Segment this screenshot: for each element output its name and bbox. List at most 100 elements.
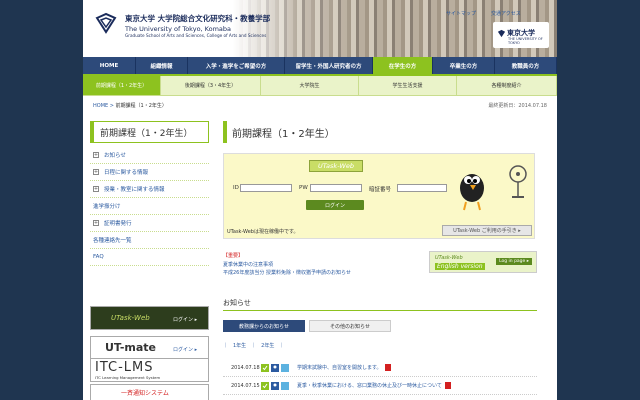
notification-system-text: 一斉通知システム xyxy=(121,390,169,397)
sidebar-item-allocation[interactable]: 進学振分け xyxy=(90,198,209,215)
itc-lms-banner[interactable]: ITC-LMS ITC Learning Management System xyxy=(90,358,209,382)
book-icon xyxy=(281,381,289,390)
sidebar-item-schedule[interactable]: + 日程に関する情報 xyxy=(90,164,209,181)
sidebar-item-faq[interactable]: FAQ xyxy=(90,249,209,266)
site-title-jp[interactable]: 東京大学 大学院総合文化研究科・教養学部 xyxy=(125,13,270,24)
utask-banner-text: UTask-Web xyxy=(111,314,150,322)
ut-logo[interactable]: 東京大学 THE UNIVERSITY OF TOKYO xyxy=(493,22,549,48)
sidebar-item-label: 進学振分け xyxy=(93,204,121,210)
tab-academic-affairs[interactable]: 教務課からのお知らせ xyxy=(223,320,305,332)
utask-banner[interactable]: UTask-Web ログイン ▸ xyxy=(90,306,209,330)
subnav-graduate[interactable]: 大学院生 xyxy=(261,76,359,95)
site-title-en: The University of Tokyo, Komaba xyxy=(125,25,232,33)
nav-staff[interactable]: 教職員の方 xyxy=(495,57,557,74)
nav-international[interactable]: 留学生・外国人研究者の方 xyxy=(285,57,373,74)
notice-link-tuition[interactable]: 平成26年度該当分 授業料免除・徴収猶予申請のお知らせ xyxy=(223,269,351,278)
notice-tag: 【重要】 xyxy=(223,253,244,259)
fan-icon xyxy=(509,165,527,198)
news-divider xyxy=(223,310,537,311)
plus-icon: + xyxy=(93,169,99,175)
person-icon xyxy=(271,381,279,390)
english-login-button[interactable]: Log in page ▸ xyxy=(496,258,532,265)
pw-input[interactable] xyxy=(310,184,362,192)
main-content: 前期課程（1・2年生） UTask-Web ID PW 暗証番号 ログイン UT… xyxy=(223,121,548,395)
news-tabs: 教務課からのお知らせ その他のお知らせ xyxy=(223,320,395,332)
sidebar-item-label: 授業・教室に関する情報 xyxy=(104,187,165,193)
sidebar-item-contacts[interactable]: 各種連絡先一覧 xyxy=(90,232,209,249)
sidebar-list: + お知らせ + 日程に関する情報 + 授業・教室に関する情報 進学振分け + 証明書発… xyxy=(90,147,209,266)
sidebar-item-news[interactable]: + お知らせ xyxy=(90,147,209,164)
header: 東京大学 大学院総合文化研究科・教養学部 The University of T… xyxy=(83,0,557,57)
utmate-banner[interactable]: UT-mate ログイン ▸ xyxy=(90,336,209,360)
pdf-icon xyxy=(384,364,391,371)
pw-label: PW xyxy=(299,185,308,191)
nav-home[interactable]: HOME xyxy=(83,57,136,74)
sidebar-item-classes[interactable]: + 授業・教室に関する情報 xyxy=(90,181,209,198)
subnav-student-support[interactable]: 学生生活支援 xyxy=(359,76,457,95)
pdf-icon xyxy=(444,382,451,389)
bird-mascot-icon xyxy=(460,174,484,211)
notification-system-banner[interactable]: 一斉通知システム xyxy=(90,384,209,400)
plus-icon: + xyxy=(93,220,99,226)
plus-icon: + xyxy=(93,186,99,192)
year-filter[interactable]: ｜ 1年生 ｜ 2年生 ｜ xyxy=(223,342,284,349)
english-banner-version: English version xyxy=(435,263,485,270)
sidebar-item-label: FAQ xyxy=(93,254,104,260)
utask-logo: UTask-Web xyxy=(309,160,363,172)
news-date: 2014.07.18 xyxy=(231,364,260,371)
person-icon xyxy=(271,363,279,372)
utask-status: UTask-Webは現在稼働中です。 xyxy=(227,229,299,235)
nav-alumni[interactable]: 卒業生の方 xyxy=(433,57,495,74)
code-label: 暗証番号 xyxy=(369,187,392,193)
global-nav: HOME 組織情報 入学・進学をご希望の方 留学生・外国人研究者の方 在学生の方… xyxy=(83,57,557,76)
nav-admission[interactable]: 入学・進学をご希望の方 xyxy=(188,57,285,74)
news-date: 2014.07.15 xyxy=(231,382,260,389)
check-icon xyxy=(261,363,269,372)
news-link[interactable]: 学期末試験中、自習室を開放します。 xyxy=(297,364,382,371)
itc-lms-sub: ITC Learning Management System xyxy=(95,375,161,380)
last-updated: 最終更新日：2014.07.18 xyxy=(488,103,547,109)
login-button[interactable]: ログイン xyxy=(306,200,364,210)
site-subtitle: Graduate School of Arts and Sciences, Co… xyxy=(125,33,267,38)
itc-lms-text: ITC-LMS xyxy=(95,360,154,375)
nav-current-students[interactable]: 在学生の方 xyxy=(373,57,433,74)
utask-guide-button[interactable]: UTask-Web ご利用の手引き ▸ xyxy=(442,225,532,236)
sidebar-item-label: 各種連絡先一覧 xyxy=(93,238,132,244)
ut-emblem-icon xyxy=(497,29,506,38)
utmate-banner-text: UT-mate xyxy=(105,341,156,354)
breadcrumb-home[interactable]: HOME xyxy=(93,103,108,109)
breadcrumb: HOME > 前期課程（1・2年生） xyxy=(93,102,167,109)
check-icon xyxy=(261,381,269,390)
sitemap-link[interactable]: サイトマップ xyxy=(446,10,476,17)
notice-link-summer[interactable]: 夏季休業中の注意事項 xyxy=(223,261,351,270)
english-banner-title: UTask-Web xyxy=(435,255,463,261)
id-input[interactable] xyxy=(240,184,292,192)
sidebar-item-label: 証明書発行 xyxy=(104,221,132,227)
subnav-senior[interactable]: 後期課程（3・4年生） xyxy=(161,76,261,95)
sidebar-item-certificates[interactable]: + 証明書発行 xyxy=(90,215,209,232)
sidebar-item-label: 日程に関する情報 xyxy=(104,170,149,176)
page-title: 前期課程（1・2年生） xyxy=(223,121,548,143)
tab-other-news[interactable]: その他のお知らせ xyxy=(309,320,391,332)
book-icon xyxy=(281,363,289,372)
utmate-banner-login: ログイン ▸ xyxy=(173,347,198,353)
breadcrumb-separator: > xyxy=(108,103,116,109)
utask-login-panel: UTask-Web ID PW 暗証番号 ログイン UTask-Webは現在稼働… xyxy=(223,153,535,239)
nav-organization[interactable]: 組織情報 xyxy=(136,57,188,74)
subnav-junior[interactable]: 前期課程（1・2年生） xyxy=(83,76,161,95)
access-link[interactable]: 交通アクセス xyxy=(491,10,521,17)
sidebar-heading: 前期課程（1・2年生） xyxy=(90,121,209,143)
ut-logo-sub: THE UNIVERSITY OF TOKYO xyxy=(508,37,543,45)
utask-english-banner[interactable]: UTask-Web English version Log in page ▸ xyxy=(429,251,537,273)
plus-icon: + xyxy=(93,152,99,158)
news-row: 2014.07.18 学期末試験中、自習室を開放します。 xyxy=(223,359,537,377)
news-link[interactable]: 夏季・秋季休業における、窓口業務の休止及び一時休止について xyxy=(297,382,442,389)
ut-ginkgo-logo-icon[interactable] xyxy=(95,12,117,34)
sidebar: 前期課程（1・2年生） + お知らせ + 日程に関する情報 + 授業・教室に関する情報… xyxy=(90,121,209,266)
pin-input[interactable] xyxy=(397,184,447,192)
sub-nav: 前期課程（1・2年生） 後期課程（3・4年生） 大学院生 学生生活支援 各種制度… xyxy=(83,76,557,96)
important-notice: 【重要】 夏季休業中の注意事項 平成26年度該当分 授業料免除・徴収猶予申請のお… xyxy=(223,252,351,278)
subnav-programs[interactable]: 各種制度紹介 xyxy=(457,76,557,95)
sidebar-item-label: お知らせ xyxy=(104,153,126,159)
news-row: 2014.07.15 夏季・秋季休業における、窓口業務の休止及び一時休止について xyxy=(223,377,537,395)
